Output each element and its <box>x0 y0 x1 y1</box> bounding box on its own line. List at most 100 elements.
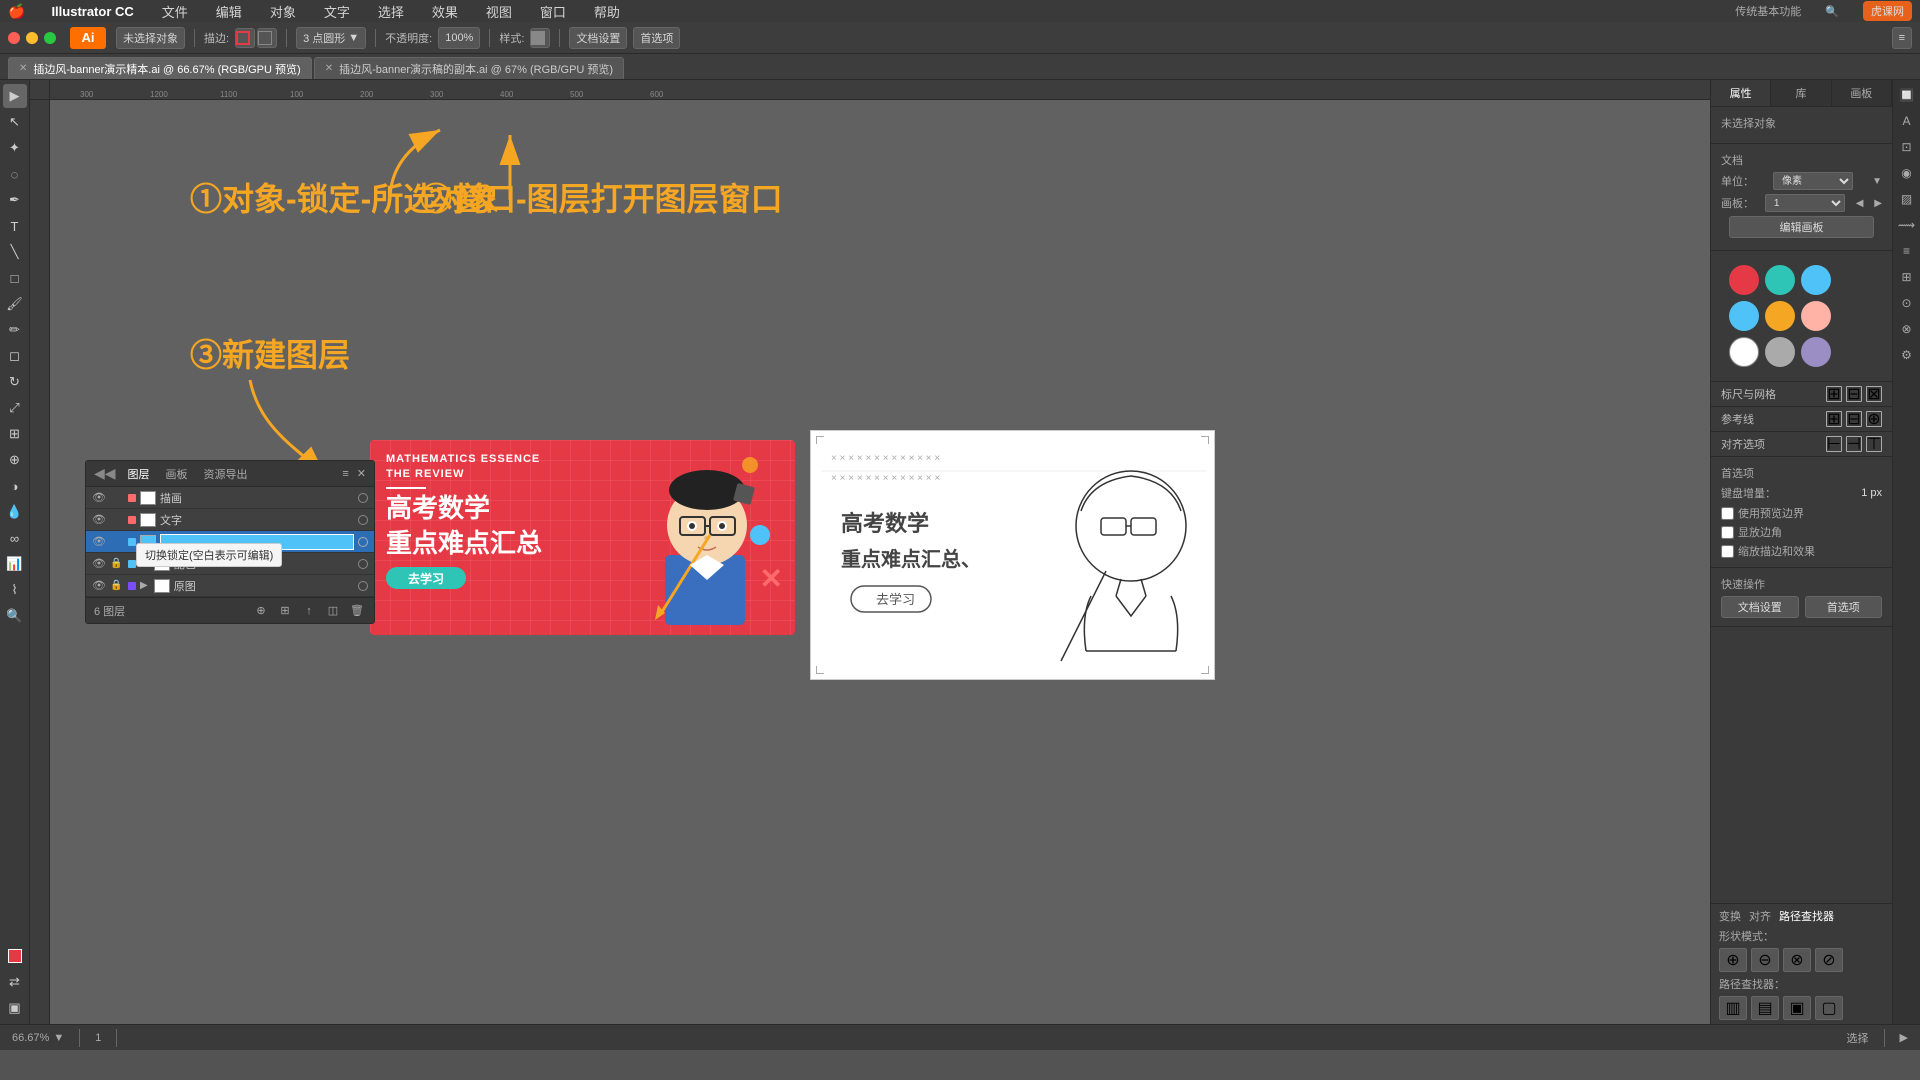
unit-expand[interactable]: ▼ <box>1872 176 1882 187</box>
slice-tool[interactable]: ⌇ <box>3 578 27 602</box>
fill-color-btn[interactable] <box>257 28 277 48</box>
rp-icon-6[interactable]: ≡ <box>1896 240 1918 262</box>
layers-tab-export[interactable]: 资源导出 <box>200 466 252 482</box>
layer-4-lock[interactable]: 🔒 <box>110 580 124 591</box>
alignto-icon-2[interactable]: ⊣ <box>1846 436 1862 452</box>
swatch-5[interactable] <box>1801 301 1831 331</box>
quick-preferences-btn[interactable]: 首选项 <box>1805 596 1883 618</box>
blend-tool[interactable]: ∞ <box>3 526 27 550</box>
menu-select[interactable]: 选择 <box>372 2 410 21</box>
menu-edit[interactable]: 编辑 <box>210 2 248 21</box>
gradient-tool[interactable]: ◑ <box>3 474 27 498</box>
pencil-tool[interactable]: ✏ <box>3 318 27 342</box>
swap-colors[interactable]: ⇄ <box>3 970 27 994</box>
pathfinder-2[interactable]: ▤ <box>1751 996 1779 1020</box>
banner-btn[interactable]: 去学习 <box>386 567 466 589</box>
align-grid-icon-3[interactable]: ⊠ <box>1866 386 1882 402</box>
shape-mode-2[interactable]: ⊖ <box>1751 948 1779 972</box>
opacity-input[interactable]: 100% <box>438 27 480 49</box>
show-corner-check[interactable] <box>1721 526 1734 539</box>
new-layer-btn[interactable]: ⊕ <box>252 602 270 620</box>
layers-collapse[interactable]: ◀◀ <box>94 465 116 482</box>
edit-artboard-btn[interactable]: 编辑画板 <box>1729 216 1874 238</box>
preview-bounds-check[interactable] <box>1721 507 1734 520</box>
pathfinder-4[interactable]: ▢ <box>1815 996 1843 1020</box>
rp-icon-8[interactable]: ⊙ <box>1896 292 1918 314</box>
rp-icon-1[interactable]: A <box>1896 110 1918 132</box>
artboard-select[interactable]: 1 2 <box>1765 194 1845 212</box>
layer-1-eye[interactable]: 👁 <box>92 513 106 526</box>
tab-transform[interactable]: 变换 <box>1719 908 1741 924</box>
layers-menu[interactable]: ≡ <box>342 468 348 480</box>
tab-1[interactable]: ✕ 插边风-banner演示稿的副本.ai @ 67% (RGB/GPU 预览) <box>314 57 624 79</box>
new-sub-layer-btn[interactable]: ⊞ <box>276 602 294 620</box>
layer-row-1[interactable]: 👁 文字 <box>86 509 374 531</box>
layer-row-4[interactable]: 👁 🔒 ▶ 原图 <box>86 575 374 597</box>
swatch-8[interactable] <box>1801 337 1831 367</box>
rp-icon-4[interactable]: ▨ <box>1896 188 1918 210</box>
layers-tab-layers[interactable]: 图层 <box>124 466 154 482</box>
swatch-7[interactable] <box>1765 337 1795 367</box>
stroke-color-btn[interactable] <box>235 28 255 48</box>
rect-tool[interactable]: □ <box>3 266 27 290</box>
move-layer-btn[interactable]: ↑ <box>300 602 318 620</box>
arrange-btn[interactable]: ≡ <box>1892 27 1912 49</box>
style-btn[interactable] <box>530 28 550 48</box>
rp-icon-properties[interactable]: 🔲 <box>1896 84 1918 106</box>
artboard-next[interactable]: ▶ <box>1874 198 1882 209</box>
toolbar-select-btn[interactable]: 未选择对象 <box>116 27 185 49</box>
layer-3-eye[interactable]: 👁 <box>92 557 106 570</box>
selection-tool[interactable]: ▶ <box>3 84 27 108</box>
tab-pathfinder[interactable]: 路径查找器 <box>1779 908 1834 924</box>
artboard-prev[interactable]: ◀ <box>1856 198 1864 209</box>
layer-3-lock[interactable]: 🔒 <box>110 558 124 569</box>
tab-0[interactable]: ✕ 插边风-banner演示精本.ai @ 66.67% (RGB/GPU 预览… <box>8 57 312 79</box>
preferences-btn[interactable]: 首选项 <box>633 27 680 49</box>
magic-wand-tool[interactable]: ✦ <box>3 136 27 160</box>
graph-tool[interactable]: 📊 <box>3 552 27 576</box>
line-tool[interactable]: ╲ <box>3 240 27 264</box>
canvas-area[interactable]: 300 1200 1100 100 200 300 400 500 600 ①对… <box>30 80 1710 1024</box>
rp-icon-10[interactable]: ⚙ <box>1896 344 1918 366</box>
direct-selection-tool[interactable]: ↖ <box>3 110 27 134</box>
layer-4-eye[interactable]: 👁 <box>92 579 106 592</box>
menu-object[interactable]: 对象 <box>264 2 302 21</box>
rp-icon-7[interactable]: ⊞ <box>1896 266 1918 288</box>
menu-file[interactable]: 文件 <box>156 2 194 21</box>
zoom-down[interactable]: ▼ <box>53 1032 64 1044</box>
scale-tool[interactable]: ⤢ <box>3 396 27 420</box>
screen-mode[interactable]: ▣ <box>3 996 27 1020</box>
close-btn[interactable] <box>8 32 20 44</box>
menu-view[interactable]: 视图 <box>480 2 518 21</box>
swatch-0[interactable] <box>1729 265 1759 295</box>
align-grid-icon-2[interactable]: ⊟ <box>1846 386 1862 402</box>
swatch-4[interactable] <box>1765 301 1795 331</box>
zoom-tool[interactable]: 🔍 <box>3 604 27 628</box>
alignto-icon-1[interactable]: ⊢ <box>1826 436 1842 452</box>
eyedropper-tool[interactable]: 💧 <box>3 500 27 524</box>
duplicate-layer-btn[interactable]: ◫ <box>324 602 342 620</box>
tab-0-close[interactable]: ✕ <box>19 63 27 74</box>
apple-menu[interactable]: 🍎 <box>8 3 25 20</box>
pathfinder-1[interactable]: ▥ <box>1719 996 1747 1020</box>
shape-mode-4[interactable]: ⊘ <box>1815 948 1843 972</box>
rp-icon-2[interactable]: ⊡ <box>1896 136 1918 158</box>
stroke-type-btn[interactable]: 3 点圆形 ▼ <box>296 27 366 49</box>
ref-icon-2[interactable]: ⊟ <box>1846 411 1862 427</box>
menu-effect[interactable]: 效果 <box>426 2 464 21</box>
layer-2-eye[interactable]: 👁 <box>92 535 106 548</box>
layers-tab-artboards[interactable]: 画板 <box>162 466 192 482</box>
swatch-1[interactable] <box>1765 265 1795 295</box>
shape-mode-1[interactable]: ⊕ <box>1719 948 1747 972</box>
layer-row-0[interactable]: 👁 描画 <box>86 487 374 509</box>
rp-icon-3[interactable]: ◉ <box>1896 162 1918 184</box>
delete-layer-btn[interactable]: 🗑 <box>348 602 366 620</box>
swatch-6[interactable] <box>1729 337 1759 367</box>
type-tool[interactable]: T <box>3 214 27 238</box>
layers-close[interactable]: ✕ <box>357 467 366 480</box>
rp-tab-properties[interactable]: 属性 <box>1711 80 1771 106</box>
rp-tab-artboard[interactable]: 画板 <box>1832 80 1892 106</box>
shape-mode-3[interactable]: ⊗ <box>1783 948 1811 972</box>
minimize-btn[interactable] <box>26 32 38 44</box>
canvas-content[interactable]: ①对象-锁定-所选对象 ②窗口-图层打开图层窗口 ③新建图层 <box>50 100 1710 1024</box>
